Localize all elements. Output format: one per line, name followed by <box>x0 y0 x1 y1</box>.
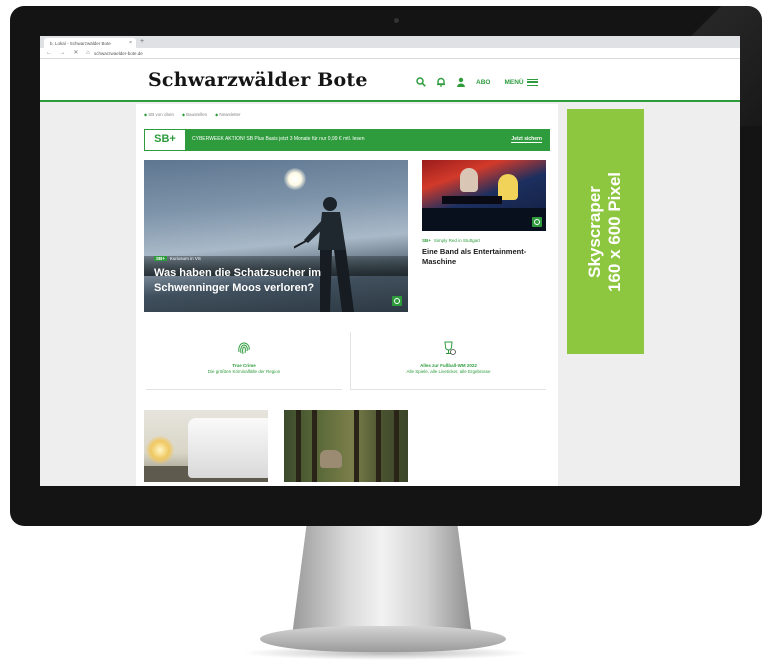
thumbnail-van[interactable] <box>144 410 268 482</box>
quick-link-newsletter[interactable]: Newsletter <box>215 112 240 117</box>
browser-tab[interactable]: b. Lokal - Schwarzwälder Bote × <box>44 38 136 48</box>
quick-links: SB von oben Baustellen Newsletter <box>144 112 240 117</box>
quick-link-baustellen[interactable]: Baustellen <box>182 112 207 117</box>
sb-plus-badge: SB+ <box>154 256 167 261</box>
bell-icon[interactable] <box>436 77 446 87</box>
hamburger-icon <box>526 78 538 86</box>
teaser-title: Alles zur Fußball-WM 2022 <box>420 363 477 368</box>
tab-title: b. Lokal - Schwarzwälder Bote <box>50 41 111 46</box>
teaser-football-wm[interactable]: Alles zur Fußball-WM 2022 Alle Spiele, a… <box>350 332 546 390</box>
side-article-image[interactable] <box>422 160 546 231</box>
promo-text: CYBERWEEK AKTION! SB Plus Basis jetzt 3 … <box>192 136 365 142</box>
menu-label: MENÜ <box>504 78 524 86</box>
browser-screen: b. Lokal - Schwarzwälder Bote × + ← → ✕ … <box>40 36 740 486</box>
image-stage <box>422 208 546 231</box>
monitor-mockup: b. Lokal - Schwarzwälder Bote × + ← → ✕ … <box>0 0 764 664</box>
fingerprint-icon <box>238 342 250 355</box>
thumbnail-wolf[interactable] <box>284 410 408 482</box>
image-tree <box>296 410 301 482</box>
ad-label-line1: Skyscraper <box>585 185 605 278</box>
teaser-subtitle: Alle Spiele, alle Liveticker, alle Ergeb… <box>406 369 491 374</box>
side-article-headline[interactable]: Eine Band als Entertainment-Maschine <box>422 247 548 267</box>
camera-dot <box>394 18 399 23</box>
image-tree <box>376 410 381 482</box>
menu-button[interactable]: MENÜ <box>504 78 538 86</box>
tab-close-icon[interactable]: × <box>129 40 132 46</box>
skyscraper-ad[interactable]: Skyscraper 160 x 600 Pixel <box>567 109 644 354</box>
ad-label: Skyscraper 160 x 600 Pixel <box>586 171 626 291</box>
side-kicker-text: Simply Red in Stuttgart <box>433 238 480 243</box>
new-tab-icon[interactable]: + <box>140 38 144 45</box>
url-field[interactable]: schwarzwaelder-bote.de <box>94 51 143 56</box>
image-keyboard <box>442 196 502 204</box>
image-figure <box>460 168 478 192</box>
teaser-true-crime[interactable]: True Crime Die größten Kriminalfälle der… <box>146 332 342 390</box>
main-content: SB von oben Baustellen Newsletter SB+ CY… <box>136 104 558 486</box>
monitor-stand-base <box>260 626 506 652</box>
image-tree <box>394 410 399 482</box>
image-tree <box>354 410 359 482</box>
abo-link[interactable]: ABO <box>476 79 490 86</box>
hero-kicker: SB+ Kuriosum in VS <box>154 256 201 261</box>
trophy-icon <box>443 341 456 355</box>
browser-tab-bar: b. Lokal - Schwarzwälder Bote × + <box>40 36 740 48</box>
quick-link-sb-von-oben[interactable]: SB von oben <box>144 112 174 117</box>
hero-headline[interactable]: Was haben die Schatzsucher im Schwenning… <box>154 266 354 296</box>
hero-kicker-text: Kuriosum in VS <box>169 256 201 261</box>
user-icon[interactable] <box>456 77 466 87</box>
search-icon[interactable] <box>416 77 426 87</box>
image-sun <box>146 436 174 464</box>
side-article-kicker: SB+ Simply Red in Stuttgart <box>422 238 480 243</box>
image-van <box>188 418 268 478</box>
image-tree <box>312 410 317 482</box>
site-header: Schwarzwälder Bote ABO MENÜ <box>40 59 740 102</box>
promo-cta-link[interactable]: Jetzt sichern <box>511 136 542 143</box>
camera-icon <box>532 217 542 227</box>
hero-article[interactable]: SB+ Kuriosum in VS Was haben die Schatzsu… <box>144 160 408 312</box>
monitor-stand-neck <box>292 526 472 636</box>
ad-label-line2: 160 x 600 Pixel <box>605 171 625 292</box>
hero-image-sun <box>284 168 306 190</box>
camera-icon <box>392 296 402 306</box>
site-logo[interactable]: Schwarzwälder Bote <box>148 69 368 91</box>
browser-address-bar: ← → ✕ ⌂ schwarzwaelder-bote.de <box>40 48 740 59</box>
teaser-title: True Crime <box>232 363 256 368</box>
image-wolf <box>320 450 342 468</box>
browser-nav-icons[interactable]: ← → ✕ ⌂ <box>46 49 93 56</box>
sb-plus-logo: SB+ <box>144 129 186 151</box>
sb-plus-badge: SB+ <box>422 238 431 243</box>
promo-banner[interactable]: SB+ CYBERWEEK AKTION! SB Plus Basis jetz… <box>144 129 550 151</box>
teaser-subtitle: Die größten Kriminalfälle der Region <box>207 369 281 374</box>
header-actions: ABO MENÜ <box>416 77 538 87</box>
